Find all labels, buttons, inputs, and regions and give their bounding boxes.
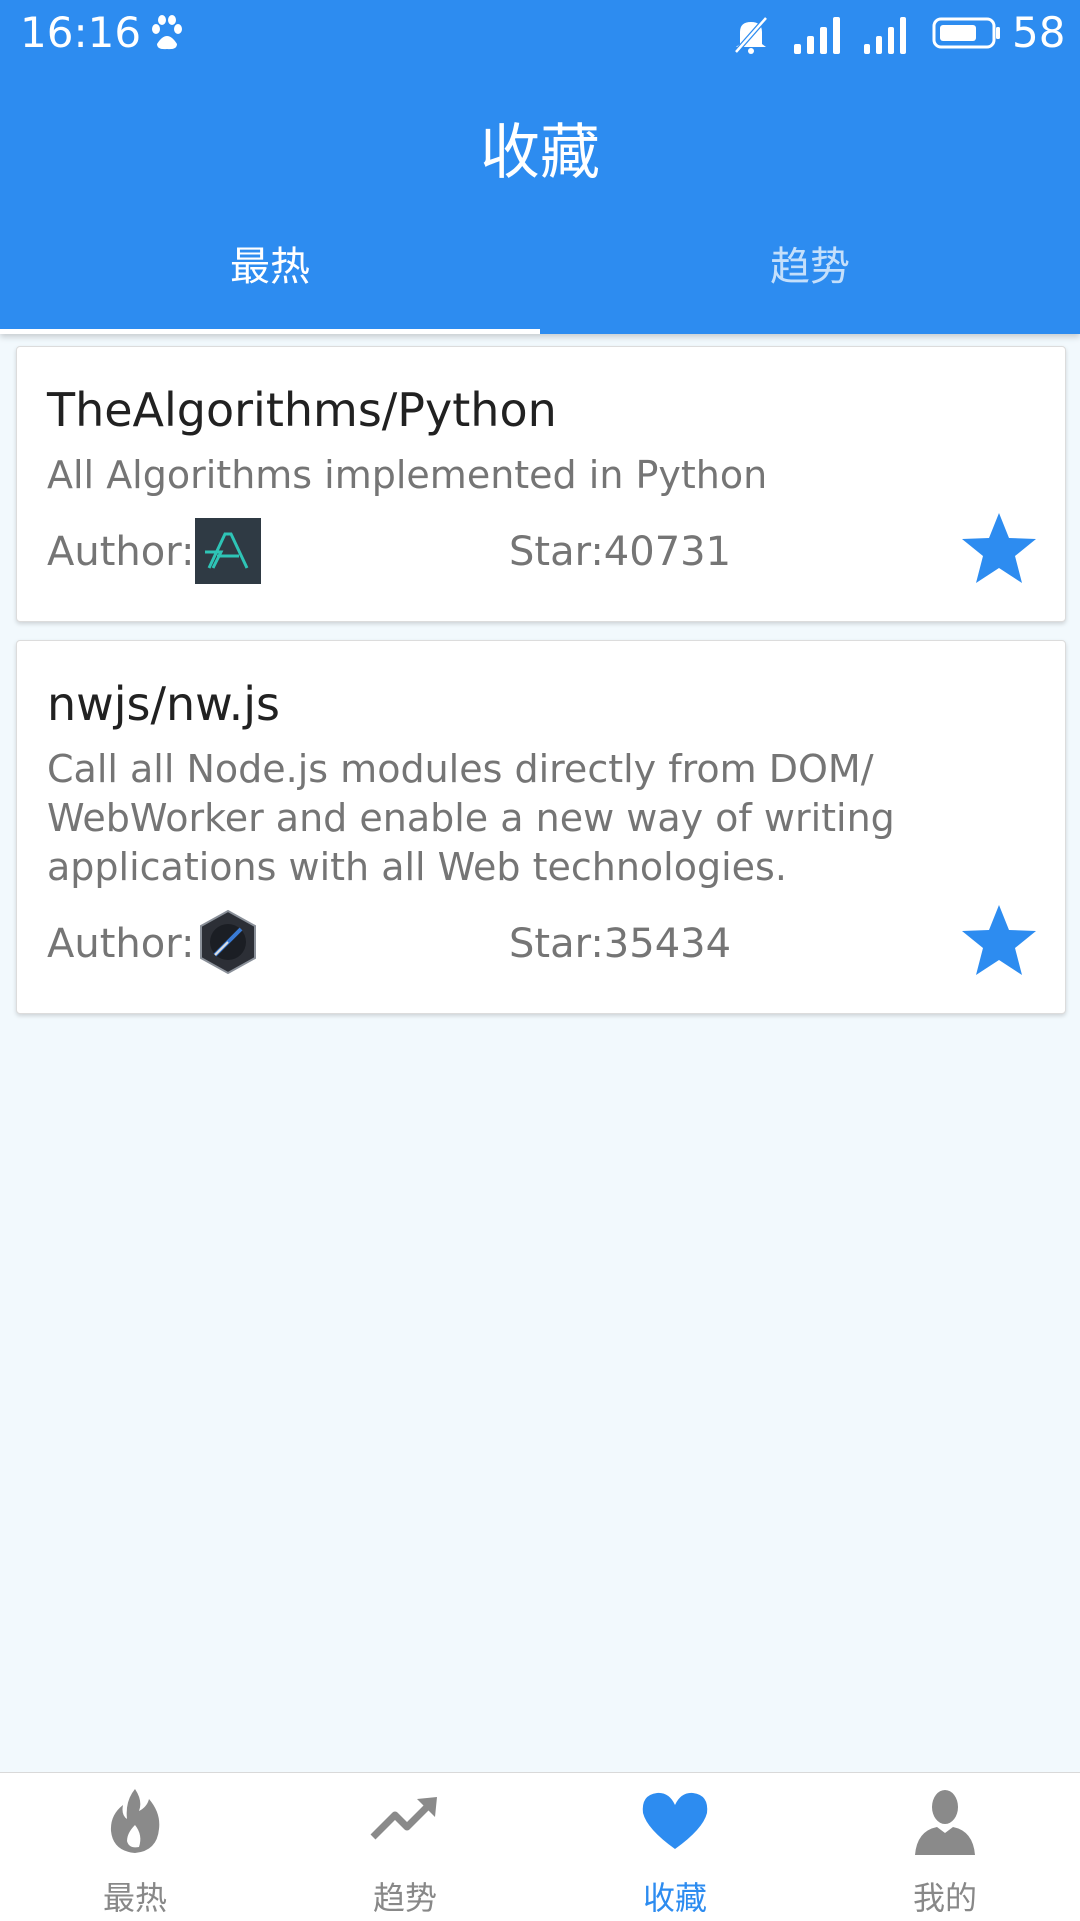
favorite-star-icon[interactable]	[959, 511, 1039, 587]
bottom-navigation: 最热 趋势 收藏 我的	[0, 1772, 1080, 1921]
nav-label: 我的	[912, 1879, 977, 1917]
star-count: Star:35434	[509, 921, 732, 967]
flame-icon	[110, 1789, 160, 1853]
signal-4g-icon	[864, 17, 906, 54]
battery-level: 58	[1012, 8, 1066, 57]
tab-indicator	[0, 329, 540, 334]
repo-card[interactable]: nwjs/nw.js Call all Node.js modules dire…	[16, 640, 1066, 1014]
heart-icon	[642, 1792, 708, 1849]
nav-mine[interactable]: 我的	[810, 1773, 1080, 1921]
page-title: 收藏	[480, 118, 600, 188]
nav-label: 收藏	[642, 1879, 707, 1917]
status-bar: 16:16 58	[0, 0, 1080, 68]
mute-bell-icon	[734, 16, 768, 54]
author-label: Author:	[47, 921, 195, 967]
repo-description: Call all Node.js modules directly from D…	[47, 747, 895, 889]
repo-description: All Algorithms implemented in Python	[47, 453, 768, 497]
tab-bar: 最热 趋势	[0, 232, 1080, 334]
author-avatar[interactable]	[195, 518, 261, 584]
nav-popular[interactable]: 最热	[0, 1773, 270, 1921]
nav-trending[interactable]: 趋势	[270, 1773, 540, 1921]
favorite-star-icon[interactable]	[959, 903, 1039, 979]
nav-label: 最热	[102, 1879, 167, 1917]
person-icon	[915, 1790, 975, 1855]
status-time: 16:16	[20, 8, 142, 57]
tab-trending[interactable]: 趋势	[540, 232, 1080, 334]
repo-card[interactable]: TheAlgorithms/Python All Algorithms impl…	[16, 346, 1066, 622]
author-avatar[interactable]	[195, 909, 261, 975]
trending-icon	[370, 1797, 437, 1840]
baidu-paw-icon	[152, 15, 182, 50]
nav-label: 趋势	[372, 1879, 437, 1917]
nav-favorites[interactable]: 收藏	[540, 1773, 810, 1921]
battery-icon	[932, 17, 1000, 49]
repo-name: nwjs/nw.js	[47, 677, 280, 731]
repo-name: TheAlgorithms/Python	[47, 383, 557, 437]
tab-popular[interactable]: 最热	[0, 232, 540, 334]
app-header: 16:16 58 收藏 最热 趋势	[0, 0, 1080, 334]
signal-icon	[794, 17, 840, 54]
author-label: Author:	[47, 529, 195, 575]
star-count: Star:40731	[509, 529, 732, 575]
